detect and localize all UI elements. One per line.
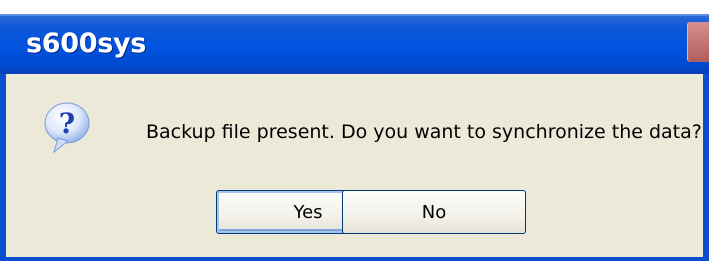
question-icon: ? xyxy=(44,102,90,154)
dialog-message: Backup file present. Do you want to sync… xyxy=(146,121,702,143)
title-bar[interactable]: s600sys xyxy=(0,14,709,74)
no-button[interactable]: No xyxy=(342,190,526,234)
no-button-label: No xyxy=(421,201,447,223)
dialog-body: ? Backup file present. Do you want to sy… xyxy=(6,74,703,257)
yes-button-label: Yes xyxy=(293,201,323,223)
svg-text:?: ? xyxy=(59,107,75,140)
window-title: s600sys xyxy=(26,28,147,59)
window-top-edge xyxy=(0,0,709,14)
window-frame-right xyxy=(703,74,709,261)
window-frame-bottom xyxy=(0,257,709,261)
message-dialog: s600sys ? Backup file present. Do you wa… xyxy=(0,0,709,261)
close-button[interactable] xyxy=(687,22,709,62)
